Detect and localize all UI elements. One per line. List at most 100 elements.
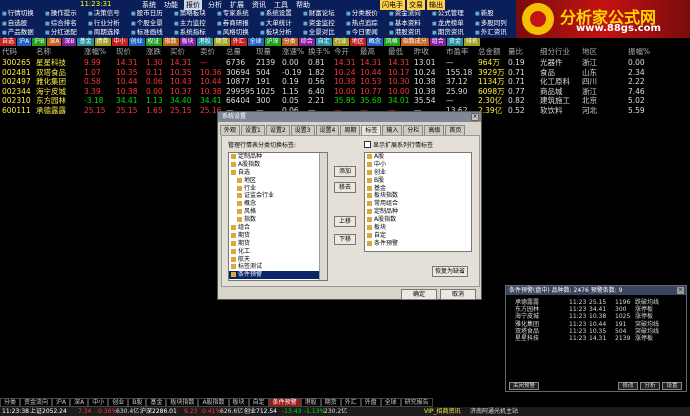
toolbar-button[interactable]: 主力监控 [172,19,215,29]
toolbar-button[interactable]: 资金流向 [387,9,430,19]
bottom-tab[interactable]: 外盘 [360,398,381,407]
table-row[interactable]: 002497 雅化集团 0.58 10.44 0.06 10.43 10.44 10877 19… [0,77,690,86]
dialog-tab[interactable]: 设置4 [315,125,340,135]
list-item[interactable]: A股 [365,153,471,161]
bottom-tab[interactable]: 板块指数 [166,398,199,407]
category-tab[interactable]: 自选 [0,38,17,46]
list-item[interactable]: 条件预警 [365,240,471,248]
list-item[interactable]: 自定 [365,232,471,240]
toolbar-button[interactable]: 公式管理 [430,9,473,19]
column-header[interactable]: 涨速% [282,47,304,56]
bottom-tab[interactable]: 自定 [248,398,269,407]
restore-default-button[interactable]: 恢复为缺省 [432,266,468,277]
toolbar-button[interactable]: 操作提示 [43,9,86,19]
left-tag-tree[interactable]: 定制品种 A股指数 自选 地区 行业 证监会行业 概念 风格 指数 组合 期货 期货 化工 航天 标签测试条… [228,152,328,281]
bottom-tab[interactable]: 深A [70,398,89,407]
category-tab[interactable]: 深B [62,38,77,46]
right-tag-list[interactable]: A股 中小 创业 B股 基金 板块指数 常用组合 定制品种 A股指数 板块 自定 条件预警 [364,152,472,252]
tree-item[interactable]: 化工 [229,248,327,256]
bottom-tab[interactable]: 创业 [108,398,129,407]
category-tab[interactable]: 排名 [463,38,480,46]
toolbar-button[interactable]: 板块分析 [258,28,301,38]
column-header[interactable]: 涨跌 [146,47,161,56]
category-tab[interactable]: 资金 [446,38,463,46]
show-extended-checkbox[interactable]: 显示扩展系列行情标签 [364,140,433,149]
alert-row[interactable]: 海宁皮城 11:23 10.38 1025 涨停板 [509,313,685,320]
close-alert-button[interactable]: 关闭预警 [509,382,539,390]
category-tab[interactable]: 自定 [315,38,332,46]
column-header[interactable]: 买价 [170,47,185,56]
column-header[interactable]: 细分行业 [540,47,570,56]
dialog-tab[interactable]: 设置2 [265,125,290,135]
category-tab[interactable]: 港股 [196,38,213,46]
toolbar-button[interactable]: 券商研报 [215,19,258,29]
list-item[interactable]: B股 [365,177,471,185]
bottom-tab[interactable]: 期货 [320,398,341,407]
toolbar-button[interactable]: 系统指标 [172,28,215,38]
toolbar-button[interactable]: 综合排名 [43,19,86,29]
column-header[interactable]: 昨收 [414,47,429,56]
toolbar-button[interactable]: 风格切换 [215,28,258,38]
dialog-tab[interactable]: 周期 [340,125,361,135]
table-row[interactable]: 002481 双塔食品 1.07 10.35 0.11 10.35 10.36 30694 50… [0,68,690,77]
list-item[interactable]: 板块 [365,224,471,232]
column-header[interactable]: 涨幅% [84,47,106,56]
bottom-tab[interactable]: 基金 [146,398,167,407]
category-tab[interactable]: 全球 [247,38,264,46]
alert-row[interactable]: 双塔食品 11:23 10.35 504 突破均线 [509,328,685,335]
toolbar-button[interactable]: 外汇资讯 [473,28,516,38]
column-header[interactable]: 换手% [308,47,330,56]
category-tab[interactable]: 债券 [94,38,111,46]
column-header[interactable]: 今开 [334,47,349,56]
remove-button[interactable]: 移去 [334,182,356,193]
toolbar-button[interactable]: 行情切换 [0,9,43,19]
toolbar-button[interactable]: 行业分析 [86,19,129,29]
toolbar-button[interactable]: 决策信号 [86,9,129,19]
tree-item[interactable]: 定制品种 [229,153,327,161]
toolbar-button[interactable]: 新股 [473,9,516,19]
category-tab[interactable]: 板块 [179,38,196,46]
bottom-tab[interactable]: 港股 [300,398,321,407]
category-tab[interactable]: 综合 [298,38,315,46]
add-button[interactable]: 添加 [334,166,356,177]
close-icon[interactable]: × [677,287,684,294]
column-header[interactable]: 代码 [2,47,17,56]
toolbar-button[interactable]: 期货资讯 [430,28,473,38]
bottom-tab[interactable]: 条件预警 [268,398,301,407]
column-header[interactable]: 量比 [508,47,523,56]
bottom-tab[interactable]: 板块 [228,398,249,407]
bottom-tab[interactable]: 沪A [52,398,71,407]
bottom-tab[interactable]: 全球 [380,398,401,407]
table-row[interactable]: 300265 星星科技 9.99 14.31 1.30 14.31 — 6736 2139 0.0… [0,58,690,67]
tree-item[interactable]: 指数 [229,216,327,224]
list-item[interactable]: A股指数 [365,216,471,224]
cancel-button[interactable]: 取消 [440,289,476,300]
toolbar-button[interactable]: 周期选择 [86,28,129,38]
tree-item[interactable]: 组合 [229,224,327,232]
category-tab[interactable]: 深A [47,38,62,46]
alert-row[interactable]: 星星科技 11:23 14.31 2139 涨停板 [509,335,685,342]
column-header[interactable]: 地区 [582,47,597,56]
category-tab[interactable]: 组合 [429,38,446,46]
category-tab[interactable]: 创业 [128,38,145,46]
toolbar-button[interactable]: 多股同列 [473,19,516,29]
bottom-tab[interactable]: 资金流向 [20,398,53,407]
column-header[interactable]: 振幅% [628,47,650,56]
dialog-tab[interactable]: 设置3 [290,125,315,135]
toolbar-button[interactable]: 系统设置 [258,9,301,19]
toolbar-button[interactable]: 港股资讯 [387,28,430,38]
tree-item[interactable]: 期货 [229,240,327,248]
dialog-tab[interactable]: 分栏 [403,125,424,135]
category-tab[interactable]: 沪A [17,38,32,46]
column-header[interactable]: 现价 [116,47,131,56]
category-tab[interactable]: 外汇 [230,38,247,46]
category-tab[interactable]: 期货 [213,38,230,46]
bottom-tab[interactable]: 研究报告 [400,398,433,407]
toolbar-button[interactable]: 分红送配 [43,28,86,38]
dialog-tab[interactable]: 外观 [220,125,241,135]
tree-item[interactable]: 地区 [229,177,327,185]
tree-item[interactable]: A股指数 [229,161,327,169]
category-tab[interactable]: 概念 [366,38,383,46]
column-header[interactable]: 名称 [36,47,51,56]
column-header[interactable]: 最高 [360,47,375,56]
